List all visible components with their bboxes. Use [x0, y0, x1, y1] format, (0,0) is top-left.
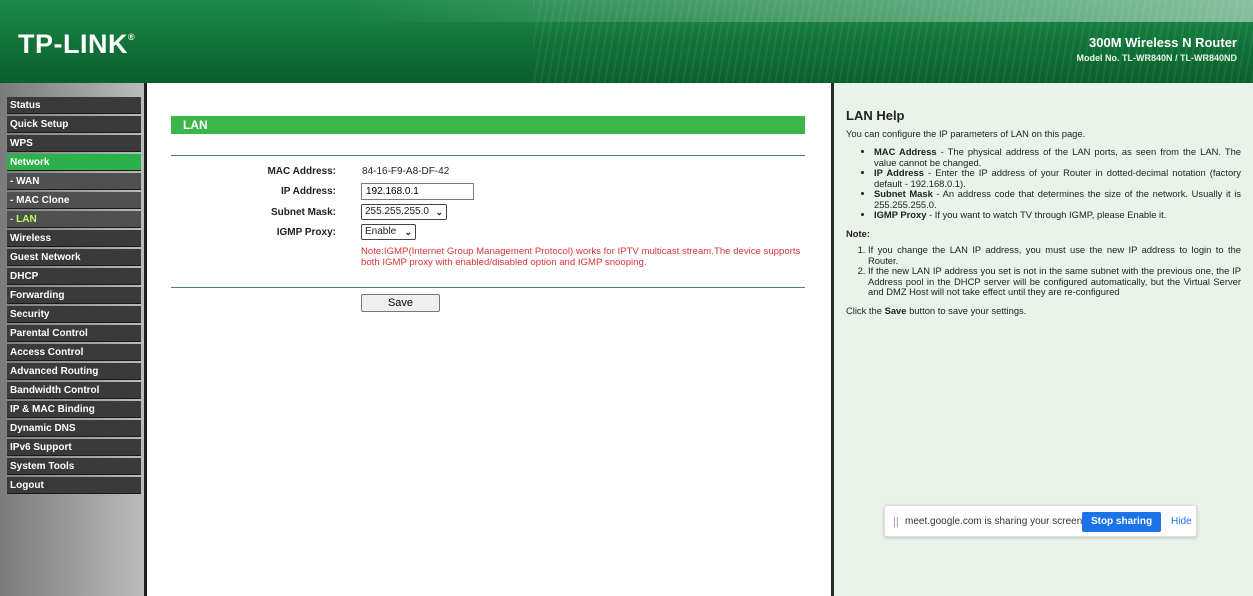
help-notes: If you change the LAN IP address, you mu…	[868, 244, 1241, 298]
help-title: LAN Help	[846, 108, 905, 123]
sidebar-item-bandwidth-control[interactable]: Bandwidth Control	[7, 382, 141, 399]
ip-address-input[interactable]	[361, 183, 474, 200]
sidebar-item-dynamic-dns[interactable]: Dynamic DNS	[7, 420, 141, 437]
igmp-note: Note:IGMP(Internet Group Management Prot…	[361, 246, 801, 268]
help-footer-pre: Click the	[846, 304, 885, 316]
help-bullet: MAC Address - The physical address of th…	[874, 146, 1241, 168]
sidebar-menu: Status Quick Setup WPS Network - WAN - MAC Cl…	[7, 97, 141, 496]
help-footer-post: button to save your settings.	[906, 304, 1027, 316]
igmp-proxy-label: IGMP Proxy:	[276, 227, 336, 238]
help-footer-bold: Save	[884, 304, 907, 316]
help-bullet-text: - If you want to watch TV through IGMP, …	[926, 209, 1167, 220]
chevron-down-icon: ⌄	[404, 227, 412, 237]
logo-text: TP-LINK	[18, 29, 128, 59]
help-bullet-term: IP Address	[874, 167, 924, 178]
help-bullet: Subnet Mask - An address code that deter…	[874, 188, 1241, 210]
page-header: TP-LINK® 300M Wireless N Router Model No…	[0, 0, 1253, 83]
help-bullet: IGMP Proxy - If you want to watch TV thr…	[874, 209, 1241, 221]
section-divider-bottom	[171, 287, 805, 288]
sidebar-item-network[interactable]: Network	[7, 154, 141, 171]
sidebar-item-wireless[interactable]: Wireless	[7, 230, 141, 247]
help-bullets: MAC Address - The physical address of th…	[874, 146, 1241, 221]
section-title-bar: LAN	[171, 116, 805, 134]
main-content	[147, 83, 831, 596]
help-note-heading: Note:	[846, 227, 870, 239]
help-bullet-term: MAC Address	[874, 146, 937, 157]
product-name: 300M Wireless N Router	[1089, 35, 1237, 50]
ip-address-label: IP Address:	[280, 186, 336, 197]
drag-handle-icon[interactable]: ||	[893, 516, 899, 528]
tp-link-logo: TP-LINK®	[18, 29, 135, 60]
sidebar-item-dhcp[interactable]: DHCP	[7, 268, 141, 285]
help-bullet: IP Address - Enter the IP address of you…	[874, 167, 1241, 189]
stop-sharing-button[interactable]: Stop sharing	[1082, 512, 1161, 532]
screen-sharing-bar: || meet.google.com is sharing your scree…	[884, 505, 1197, 537]
sidebar-item-guest-network[interactable]: Guest Network	[7, 249, 141, 266]
sidebar-item-security[interactable]: Security	[7, 306, 141, 323]
sidebar-item-advanced-routing[interactable]: Advanced Routing	[7, 363, 141, 380]
igmp-proxy-select[interactable]: Enable ⌄	[361, 224, 416, 240]
help-intro: You can configure the IP parameters of L…	[846, 127, 1086, 139]
sidebar-item-parental-control[interactable]: Parental Control	[7, 325, 141, 342]
sidebar-item-system-tools[interactable]: System Tools	[7, 458, 141, 475]
section-divider-top	[171, 155, 805, 156]
sharing-message: meet.google.com is sharing your screen.	[905, 516, 1086, 527]
help-bullet-text: - Enter the IP address of your Router in…	[874, 167, 1241, 189]
sidebar-item-quick-setup[interactable]: Quick Setup	[7, 116, 141, 133]
sidebar-item-ipv6-support[interactable]: IPv6 Support	[7, 439, 141, 456]
save-button[interactable]: Save	[361, 294, 440, 312]
mac-address-value: 84-16-F9-A8-DF-42	[362, 166, 450, 177]
hide-button[interactable]: Hide	[1171, 516, 1192, 527]
help-note-item: If the new LAN IP address you set is not…	[868, 265, 1241, 298]
sidebar-item-status[interactable]: Status	[7, 97, 141, 114]
chevron-down-icon: ⌄	[435, 207, 443, 217]
sidebar-item-access-control[interactable]: Access Control	[7, 344, 141, 361]
mac-address-label: MAC Address:	[267, 166, 336, 177]
subnet-mask-label: Subnet Mask:	[270, 207, 336, 218]
subnet-mask-select[interactable]: 255.255.255.0 ⌄	[361, 204, 447, 220]
help-bullet-term: IGMP Proxy	[874, 209, 927, 220]
sidebar-item-logout[interactable]: Logout	[7, 477, 141, 494]
subnet-mask-value: 255.255.255.0	[365, 206, 429, 217]
help-footer: Click the Save button to save your setti…	[846, 304, 1241, 317]
sidebar-item-wan[interactable]: - WAN	[7, 173, 141, 190]
sidebar-item-ip-mac-binding[interactable]: IP & MAC Binding	[7, 401, 141, 418]
model-number: Model No. TL-WR840N / TL-WR840ND	[1076, 53, 1237, 63]
help-note-item: If you change the LAN IP address, you mu…	[868, 244, 1241, 266]
sidebar-item-lan[interactable]: - LAN	[7, 211, 141, 228]
help-bullet-term: Subnet Mask	[874, 188, 933, 199]
sidebar-item-forwarding[interactable]: Forwarding	[7, 287, 141, 304]
sidebar-item-mac-clone[interactable]: - MAC Clone	[7, 192, 141, 209]
igmp-proxy-value: Enable	[365, 226, 397, 237]
logo-mark: ®	[127, 32, 136, 42]
product-info: 300M Wireless N Router Model No. TL-WR84…	[1076, 35, 1237, 63]
sidebar-item-wps[interactable]: WPS	[7, 135, 141, 152]
